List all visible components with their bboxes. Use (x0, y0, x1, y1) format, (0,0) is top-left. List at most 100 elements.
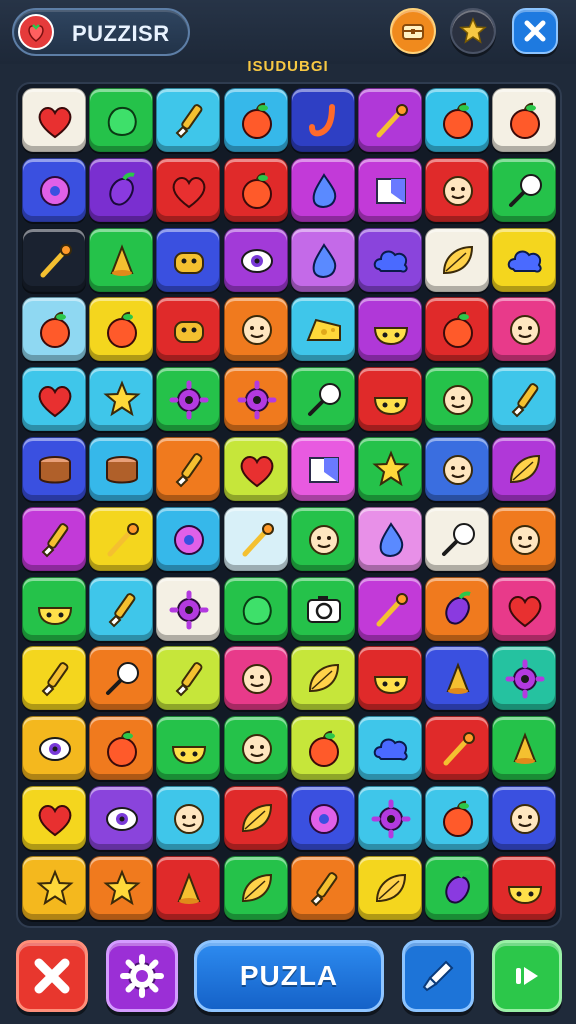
puzzle-tile[interactable] (425, 716, 490, 781)
puzzle-tile[interactable] (156, 786, 221, 850)
puzzle-tile[interactable] (156, 855, 221, 920)
menu-button[interactable] (390, 8, 436, 54)
puzzle-tile[interactable] (22, 157, 86, 222)
puzzle-tile[interactable] (290, 88, 355, 152)
puzzle-tile[interactable] (492, 437, 557, 501)
close-button[interactable] (512, 8, 558, 54)
puzzle-tile[interactable] (290, 786, 355, 850)
puzzle-tile[interactable] (22, 227, 86, 292)
puzzle-tile[interactable] (358, 437, 422, 501)
puzzle-tile[interactable] (223, 367, 288, 432)
puzzle-tile[interactable] (425, 437, 490, 501)
puzzle-tile[interactable] (89, 855, 154, 920)
puzzle-tile[interactable] (425, 576, 490, 641)
puzzle-tile[interactable] (89, 716, 154, 781)
puzzle-tile[interactable] (492, 157, 557, 222)
puzzle-tile[interactable] (22, 716, 86, 781)
puzzle-tile[interactable] (156, 227, 221, 292)
puzzle-tile[interactable] (358, 157, 422, 222)
puzzle-tile[interactable] (223, 786, 288, 850)
puzzle-tile[interactable] (22, 88, 86, 152)
shuffle-button[interactable] (16, 940, 88, 1012)
main-action-button[interactable]: PUZLA (194, 940, 384, 1012)
puzzle-tile[interactable] (156, 297, 221, 362)
play-button[interactable] (492, 940, 562, 1012)
puzzle-tile[interactable] (425, 297, 490, 362)
puzzle-tile[interactable] (223, 437, 288, 501)
puzzle-tile[interactable] (22, 506, 86, 571)
puzzle-tile[interactable] (358, 297, 422, 362)
puzzle-tile[interactable] (89, 437, 154, 501)
puzzle-tile[interactable] (425, 646, 490, 711)
puzzle-tile[interactable] (358, 227, 422, 292)
puzzle-tile[interactable] (358, 576, 422, 641)
puzzle-tile[interactable] (492, 646, 557, 711)
puzzle-tile[interactable] (425, 786, 490, 850)
puzzle-tile[interactable] (358, 88, 422, 152)
puzzle-tile[interactable] (358, 506, 422, 571)
puzzle-tile[interactable] (358, 855, 422, 920)
puzzle-tile[interactable] (156, 716, 221, 781)
puzzle-tile[interactable] (492, 855, 557, 920)
puzzle-tile[interactable] (89, 227, 154, 292)
puzzle-tile[interactable] (358, 716, 422, 781)
puzzle-tile[interactable] (156, 157, 221, 222)
title-pill[interactable]: PUZZISR (12, 8, 190, 56)
puzzle-tile[interactable] (89, 157, 154, 222)
puzzle-tile[interactable] (290, 646, 355, 711)
puzzle-tile[interactable] (425, 506, 490, 571)
puzzle-tile[interactable] (492, 367, 557, 432)
puzzle-tile[interactable] (492, 786, 557, 850)
puzzle-tile[interactable] (89, 367, 154, 432)
puzzle-tile[interactable] (223, 646, 288, 711)
puzzle-tile[interactable] (425, 855, 490, 920)
settings-button[interactable] (106, 940, 178, 1012)
puzzle-tile[interactable] (156, 437, 221, 501)
puzzle-tile[interactable] (290, 506, 355, 571)
puzzle-tile[interactable] (156, 576, 221, 641)
puzzle-tile[interactable] (290, 437, 355, 501)
puzzle-tile[interactable] (358, 367, 422, 432)
puzzle-tile[interactable] (492, 576, 557, 641)
puzzle-tile[interactable] (425, 157, 490, 222)
puzzle-tile[interactable] (223, 88, 288, 152)
puzzle-tile[interactable] (425, 88, 490, 152)
puzzle-tile[interactable] (290, 297, 355, 362)
puzzle-tile[interactable] (223, 297, 288, 362)
puzzle-tile[interactable] (22, 855, 86, 920)
puzzle-tile[interactable] (290, 367, 355, 432)
puzzle-tile[interactable] (358, 786, 422, 850)
puzzle-tile[interactable] (290, 227, 355, 292)
puzzle-tile[interactable] (290, 716, 355, 781)
puzzle-tile[interactable] (290, 157, 355, 222)
puzzle-tile[interactable] (223, 157, 288, 222)
puzzle-tile[interactable] (156, 367, 221, 432)
puzzle-tile[interactable] (223, 716, 288, 781)
puzzle-tile[interactable] (425, 227, 490, 292)
puzzle-tile[interactable] (89, 786, 154, 850)
puzzle-tile[interactable] (290, 855, 355, 920)
puzzle-tile[interactable] (89, 646, 154, 711)
puzzle-tile[interactable] (89, 576, 154, 641)
puzzle-tile[interactable] (425, 367, 490, 432)
puzzle-tile[interactable] (358, 646, 422, 711)
puzzle-tile[interactable] (492, 716, 557, 781)
puzzle-tile[interactable] (22, 646, 86, 711)
puzzle-tile[interactable] (492, 297, 557, 362)
puzzle-tile[interactable] (223, 506, 288, 571)
puzzle-tile[interactable] (22, 367, 86, 432)
puzzle-tile[interactable] (22, 786, 86, 850)
puzzle-tile[interactable] (290, 576, 355, 641)
puzzle-tile[interactable] (492, 88, 557, 152)
puzzle-tile[interactable] (156, 646, 221, 711)
puzzle-tile[interactable] (156, 88, 221, 152)
puzzle-tile[interactable] (22, 297, 86, 362)
tool-button[interactable] (402, 940, 474, 1012)
puzzle-tile[interactable] (89, 88, 154, 152)
puzzle-tile[interactable] (22, 576, 86, 641)
puzzle-tile[interactable] (223, 227, 288, 292)
puzzle-tile[interactable] (89, 506, 154, 571)
puzzle-tile[interactable] (223, 855, 288, 920)
puzzle-tile[interactable] (89, 297, 154, 362)
puzzle-tile[interactable] (492, 506, 557, 571)
